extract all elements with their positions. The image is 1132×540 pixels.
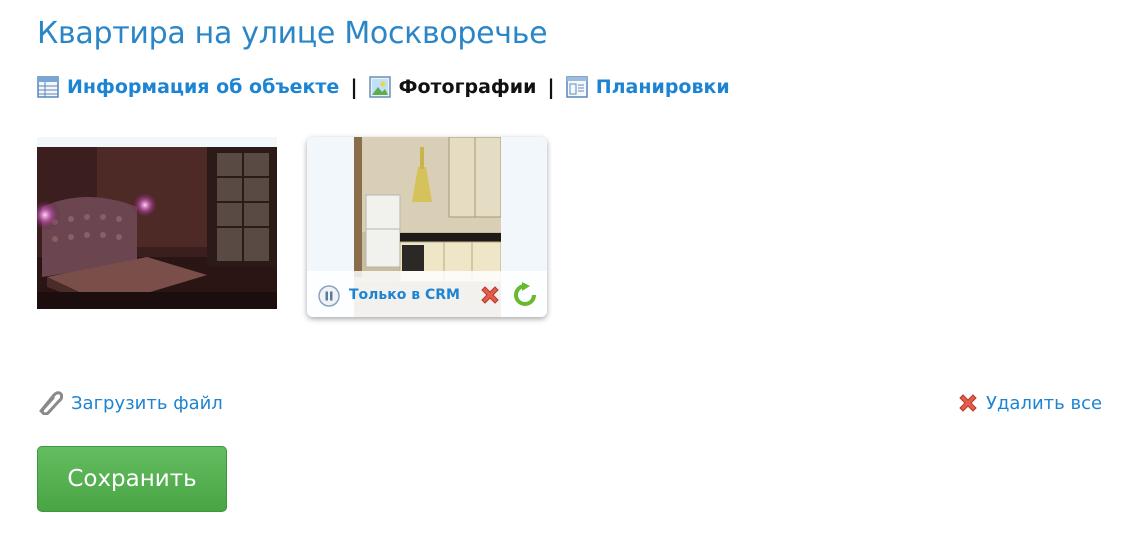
tab-bar: Информация об объекте | Фотографии | Пла…: [37, 72, 730, 102]
delete-icon: [959, 394, 977, 412]
tab-layouts[interactable]: Планировки: [565, 76, 730, 98]
tab-separator: |: [350, 75, 358, 99]
layout-icon: [565, 76, 588, 98]
tab-photos-label: Фотографии: [398, 76, 537, 98]
image-icon: [368, 76, 391, 98]
photo-status-bar: Только в CRM: [307, 271, 547, 317]
table-icon: [37, 76, 59, 98]
save-button[interactable]: Сохранить: [37, 446, 227, 512]
tab-photos[interactable]: Фотографии: [368, 76, 537, 98]
tab-layouts-label: Планировки: [595, 76, 730, 98]
bedroom-photo: [37, 147, 277, 309]
tab-info[interactable]: Информация об объекте: [37, 76, 339, 98]
upload-file-link[interactable]: Загрузить файл: [37, 391, 223, 415]
delete-all-label: Удалить все: [986, 392, 1103, 414]
delete-icon[interactable]: [478, 283, 502, 307]
delete-all-link[interactable]: Удалить все: [956, 391, 1102, 415]
rotate-icon[interactable]: [512, 282, 538, 308]
photo-thumbnail-kitchen[interactable]: Только в CRM: [307, 137, 547, 317]
photo-thumbnail-bedroom[interactable]: [37, 137, 277, 309]
paperclip-icon: [39, 391, 63, 415]
tab-info-label: Информация об объекте: [67, 76, 340, 98]
page-title: Квартира на улице Москворечье: [37, 16, 548, 51]
upload-file-label: Загрузить файл: [71, 392, 223, 414]
photo-status-label[interactable]: Только в CRM: [349, 287, 460, 303]
tab-separator: |: [547, 75, 555, 99]
pause-icon[interactable]: [318, 285, 340, 307]
